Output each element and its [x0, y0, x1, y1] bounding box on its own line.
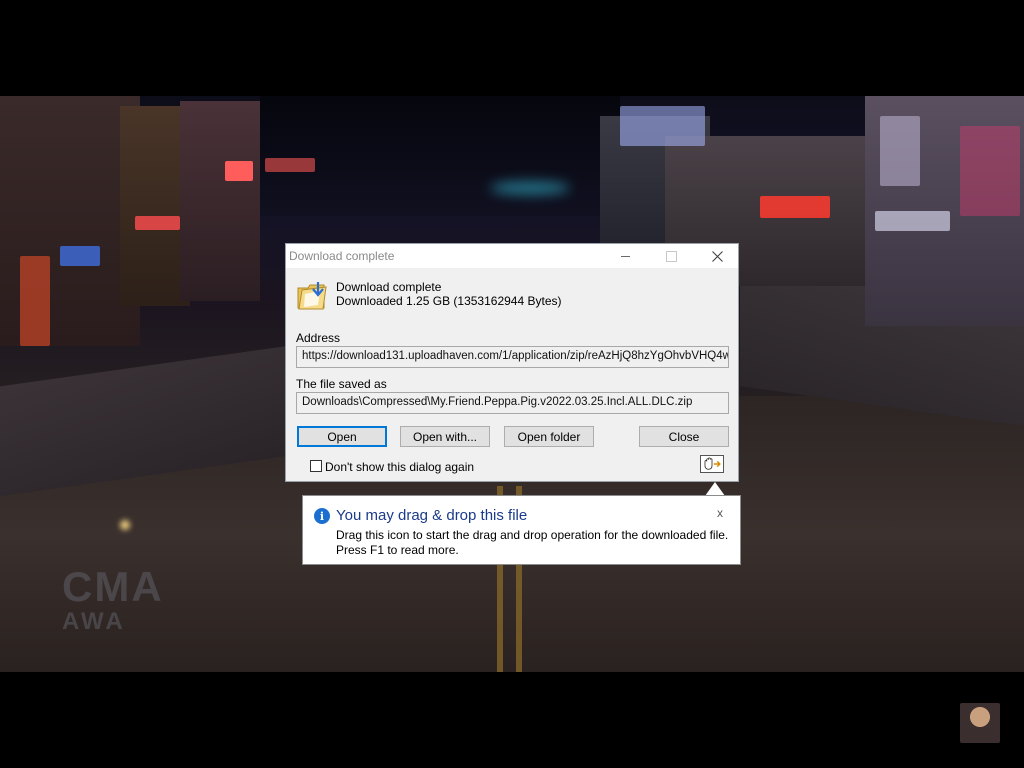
open-folder-button[interactable]: Open folder: [504, 426, 594, 447]
drag-hand-icon[interactable]: [700, 455, 724, 473]
info-icon: i: [314, 508, 330, 524]
neon-sign: [875, 211, 950, 231]
tooltip-line: Drag this icon to start the drag and dro…: [336, 528, 729, 542]
building: [180, 101, 260, 301]
neon-sign: [265, 158, 315, 172]
download-summary: Download complete Downloaded 1.25 GB (13…: [336, 280, 562, 308]
neon-sign: [225, 161, 253, 181]
night-sky: [260, 96, 620, 216]
channel-avatar: [960, 703, 1000, 743]
address-label: Address: [296, 331, 341, 345]
close-button[interactable]: Close: [639, 426, 729, 447]
neon-sign: [620, 106, 705, 146]
dialog-title: Download complete: [289, 249, 395, 263]
saved-path-field[interactable]: Downloads\Compressed\My.Friend.Peppa.Pig…: [296, 392, 729, 414]
open-button[interactable]: Open: [297, 426, 387, 447]
watermark-line: AWA: [62, 608, 126, 635]
maximize-icon: [648, 244, 694, 268]
tooltip-close-icon[interactable]: x: [717, 506, 723, 520]
neon-sign: [60, 246, 100, 266]
neon-sign: [880, 116, 920, 186]
address-field[interactable]: https://download131.uploadhaven.com/1/ap…: [296, 346, 729, 368]
street-light-glow: [490, 181, 570, 195]
dont-show-checkbox[interactable]: [310, 460, 322, 472]
neon-sign: [760, 196, 830, 218]
neon-sign: [960, 126, 1020, 216]
summary-size: Downloaded 1.25 GB (1353162944 Bytes): [336, 294, 562, 308]
folder-download-icon: [296, 278, 328, 312]
tooltip-title: You may drag & drop this file: [336, 507, 528, 524]
close-icon[interactable]: [694, 244, 740, 268]
drag-drop-tooltip: i You may drag & drop this file Drag thi…: [302, 495, 741, 565]
open-with-button[interactable]: Open with...: [400, 426, 490, 447]
neon-sign: [20, 256, 50, 346]
saved-as-label: The file saved as: [296, 377, 387, 391]
broadcast-watermark: CMA AWA: [62, 566, 164, 634]
summary-heading: Download complete: [336, 280, 442, 294]
watermark-line: CMA: [62, 563, 164, 610]
street-light-glow: [120, 520, 130, 530]
tooltip-line: Press F1 to read more.: [336, 543, 459, 557]
download-complete-dialog: Download complete Download complete Down…: [285, 243, 739, 482]
balloon-pointer: [705, 482, 725, 496]
title-bar[interactable]: Download complete: [286, 244, 738, 268]
dont-show-label[interactable]: Don't show this dialog again: [325, 460, 474, 474]
minimize-icon[interactable]: [602, 244, 648, 268]
neon-sign: [135, 216, 180, 230]
tooltip-text: Drag this icon to start the drag and dro…: [336, 528, 728, 558]
